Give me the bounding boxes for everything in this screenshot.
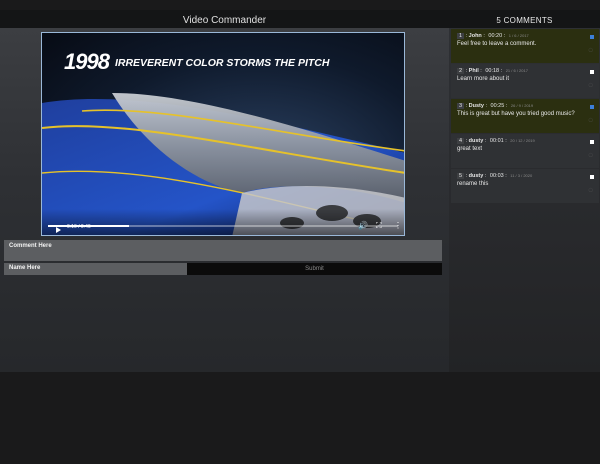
comment-timestamp[interactable]: 00:18 [485, 68, 499, 74]
comment-timestamp[interactable]: 00:01 [490, 138, 504, 144]
delete-icon[interactable]: ◯ [589, 47, 593, 52]
comment-item[interactable]: 3 : Dusty : 00:25 : 26 / 9 / 2019 This i… [451, 99, 599, 133]
delete-icon[interactable]: ◯ [589, 152, 593, 157]
comment-item[interactable]: 1 : John : 00:20 : 1 / 6 / 2017 Feel fre… [451, 29, 599, 63]
comment-date: 21 / 6 / 2017 [505, 68, 528, 73]
video-headline: 1998 IRREVERENT COLOR STORMS THE PITCH [64, 49, 329, 75]
top-strip [0, 0, 600, 10]
comment-item[interactable]: 5 : dusty : 00:03 : 11 / 3 / 2020 rename… [451, 169, 599, 203]
comment-number: 1 [457, 33, 465, 39]
volume-icon[interactable]: 🔊 [358, 222, 368, 230]
comment-checkbox[interactable] [590, 35, 594, 39]
comment-timestamp[interactable]: 00:20 [488, 33, 502, 39]
comment-number: 4 [457, 138, 465, 144]
comment-text: rename this [457, 181, 489, 187]
comment-text: Feel free to leave a comment. [457, 41, 537, 47]
comments-count: 5 COMMENTS [496, 16, 553, 25]
comment-date: 11 / 3 / 2020 [510, 173, 533, 178]
comment-timestamp[interactable]: 00:25 [491, 103, 505, 109]
comment-text: This is great but have you tried good mu… [457, 111, 575, 117]
comment-checkbox[interactable] [590, 105, 594, 109]
comments-header: 5 COMMENTS [449, 10, 600, 28]
delete-icon[interactable]: ◯ [589, 117, 593, 122]
app-title: Video Commander [182, 15, 267, 26]
video-controls: 0:10 / 0:46 🔊 ⛶ ⋮ [42, 209, 404, 235]
comment-meta: 4 : dusty : 00:01 : 20 / 12 / 2019 [457, 138, 535, 144]
comment-user: dusty [468, 173, 484, 179]
video-progress-bar[interactable]: 0:10 / 0:46 🔊 ⛶ ⋮ [48, 222, 402, 233]
comment-checkbox[interactable] [590, 140, 594, 144]
comment-checkbox[interactable] [590, 175, 594, 179]
comment-item[interactable]: 2 : Phil : 00:18 : 21 / 6 / 2017 Learn m… [451, 64, 599, 98]
comment-input[interactable]: Comment Here [4, 240, 442, 261]
name-input[interactable]: Name Here [4, 263, 187, 275]
comment-text: great text [457, 146, 483, 152]
comment-checkbox[interactable] [590, 70, 594, 74]
more-options-icon[interactable]: ⋮ [394, 222, 402, 230]
comment-meta: 5 : dusty : 00:03 : 11 / 3 / 2020 [457, 173, 533, 179]
comment-number: 3 [457, 103, 465, 109]
comment-meta: 3 : Dusty : 00:25 : 26 / 9 / 2019 [457, 103, 534, 109]
delete-icon[interactable]: ◯ [589, 187, 593, 192]
comment-number: 2 [457, 68, 465, 74]
comment-user: John [468, 33, 482, 39]
video-headline-text: IRREVERENT COLOR STORMS THE PITCH [114, 57, 330, 69]
submit-button[interactable]: Submit [187, 263, 442, 275]
comment-user: Phil [468, 68, 479, 74]
comment-user: Dusty [468, 103, 484, 109]
comments-list: 1 : John : 00:20 : 1 / 6 / 2017 Feel fre… [451, 29, 599, 204]
comment-text: Learn more about it [457, 76, 510, 82]
comment-meta: 2 : Phil : 00:18 : 21 / 6 / 2017 [457, 68, 528, 74]
video-time: 0:10 / 0:46 [67, 224, 91, 230]
name-placeholder: Name Here [9, 265, 41, 271]
comment-user: dusty [468, 138, 484, 144]
play-icon[interactable] [56, 227, 61, 233]
video-player[interactable]: 1998 IRREVERENT COLOR STORMS THE PITCH 0:… [41, 32, 405, 236]
fullscreen-icon[interactable]: ⛶ [376, 222, 382, 230]
comment-placeholder: Comment Here [9, 243, 52, 249]
delete-icon[interactable]: ◯ [589, 82, 593, 87]
video-headline-year: 1998 [64, 49, 110, 74]
comment-number: 5 [457, 173, 465, 179]
comment-date: 26 / 9 / 2019 [510, 103, 534, 108]
comment-timestamp[interactable]: 00:03 [490, 173, 504, 179]
comment-item[interactable]: 4 : dusty : 00:01 : 20 / 12 / 2019 great… [451, 134, 599, 168]
comment-date: 1 / 6 / 2017 [508, 33, 529, 38]
comment-meta: 1 : John : 00:20 : 1 / 6 / 2017 [457, 33, 529, 39]
page-footer-area [0, 372, 600, 464]
title-bar: Video Commander [0, 10, 449, 28]
comment-date: 20 / 12 / 2019 [510, 138, 535, 143]
